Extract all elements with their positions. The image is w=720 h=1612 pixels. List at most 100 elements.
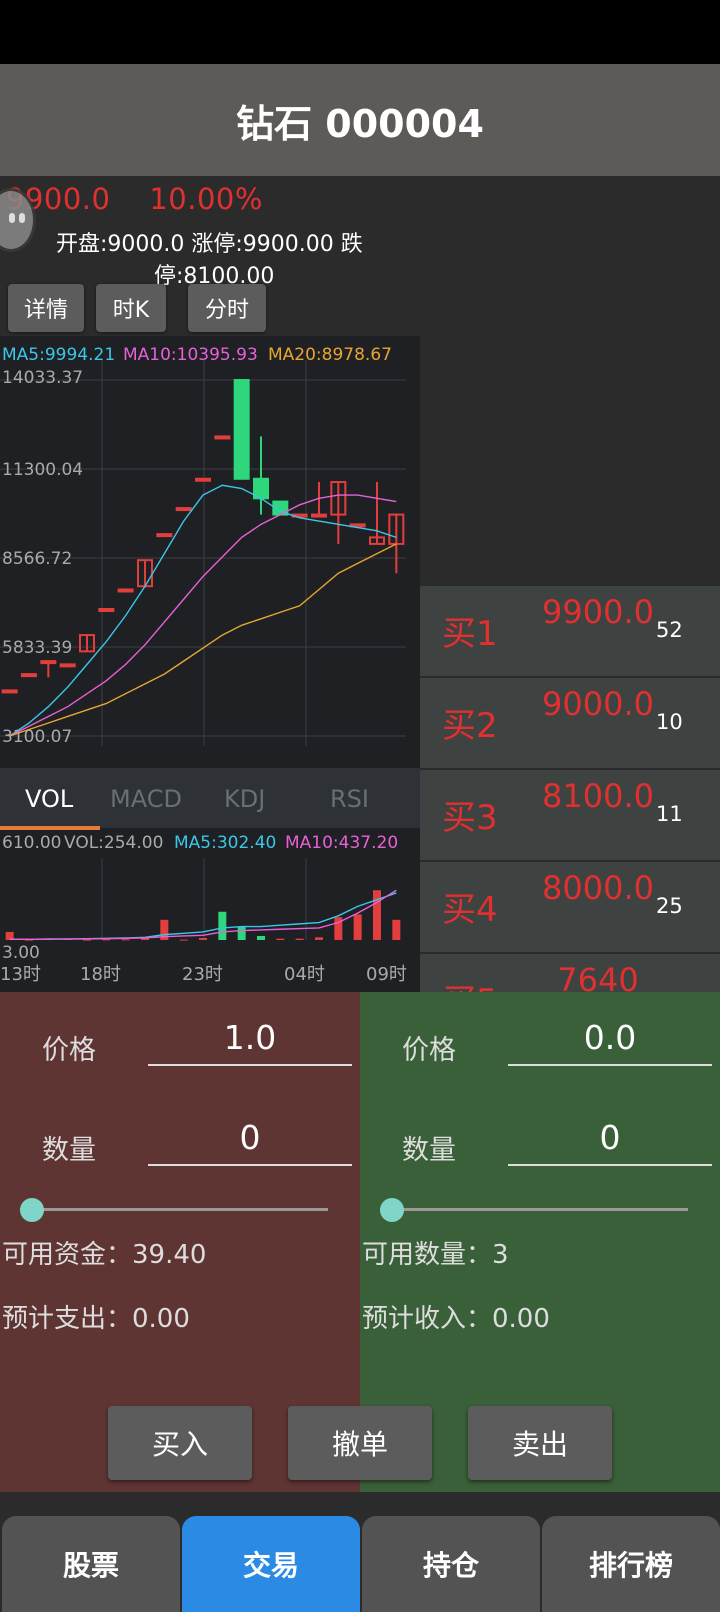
volume-bar bbox=[315, 937, 323, 940]
vol-value-label: VOL:254.00 bbox=[64, 833, 163, 853]
timeshare-button[interactable]: 分时 bbox=[188, 284, 266, 332]
candle-body bbox=[233, 379, 250, 480]
right-blank-area bbox=[420, 336, 720, 586]
tab-vol[interactable]: VOL bbox=[25, 785, 74, 813]
x-tick-label: 04时 bbox=[284, 964, 325, 985]
order-row[interactable]: 买4 8000.0 25 bbox=[420, 862, 720, 954]
order-price: 8000.0 bbox=[542, 869, 654, 907]
volume-bars bbox=[5, 890, 401, 941]
sell-slider-thumb[interactable] bbox=[380, 1198, 404, 1222]
nav-stocks[interactable]: 股票 bbox=[2, 1516, 180, 1612]
order-price: 8100.0 bbox=[542, 777, 654, 815]
volume-bar bbox=[218, 911, 227, 940]
ma20-label: MA20:8978.67 bbox=[268, 345, 392, 365]
y-tick-label: 5833.39 bbox=[2, 638, 72, 658]
hour-k-button[interactable]: 时K bbox=[96, 284, 166, 332]
tab-macd[interactable]: MACD bbox=[110, 785, 182, 813]
order-price: 9900.0 bbox=[542, 593, 654, 631]
order-level-label: 买2 bbox=[442, 706, 498, 746]
volume-bar bbox=[199, 937, 207, 940]
detail-button[interactable]: 详情 bbox=[8, 284, 84, 332]
active-tab-indicator bbox=[0, 826, 100, 830]
order-row[interactable]: 买2 9000.0 10 bbox=[420, 678, 720, 770]
buy-qty-input[interactable]: 0 bbox=[148, 1112, 352, 1166]
buy-price-input[interactable]: 1.0 bbox=[148, 1012, 352, 1066]
vol-ma10-label: MA10:437.20 bbox=[285, 833, 398, 853]
buy-qty-label: 数量 bbox=[42, 1135, 96, 1166]
ma5-label: MA5:9994.21 bbox=[2, 345, 115, 365]
available-quantity: 可用数量：3 bbox=[362, 1240, 509, 1270]
volume-bar bbox=[353, 914, 362, 940]
title-bar: 钻石 000004 bbox=[0, 64, 720, 176]
candle-body bbox=[349, 523, 366, 528]
order-row[interactable]: 买5 7640 bbox=[420, 954, 720, 992]
volume-bar bbox=[237, 926, 246, 940]
volume-bar bbox=[179, 939, 188, 941]
candle-body bbox=[175, 507, 192, 512]
tab-rsi[interactable]: RSI bbox=[330, 785, 369, 813]
candle-body bbox=[156, 533, 173, 538]
kline-chart-panel[interactable]: MA5:9994.21 MA10:10395.93 MA20:8978.67 1… bbox=[0, 336, 420, 992]
volume-bar bbox=[373, 890, 381, 940]
order-level-label: 买1 bbox=[442, 614, 498, 654]
order-qty: 25 bbox=[656, 894, 683, 918]
sell-price-input[interactable]: 0.0 bbox=[508, 1012, 712, 1066]
candle-body bbox=[98, 608, 115, 613]
kline-chart[interactable]: MA5:9994.21 MA10:10395.93 MA20:8978.67 1… bbox=[0, 336, 420, 992]
volume-bar bbox=[295, 938, 304, 940]
order-book: 买1 9900.0 52 买2 9000.0 10 买3 8100.0 11 买… bbox=[420, 586, 720, 992]
volume-bar bbox=[257, 935, 265, 940]
y-tick-label: 11300.04 bbox=[2, 460, 83, 480]
x-axis-ticks: 13时 18时 23时 04时 09时 bbox=[0, 964, 407, 985]
volume-bar bbox=[392, 919, 401, 940]
open-limit-info: 开盘:9000.0 涨停:9900.00 跌 bbox=[56, 232, 363, 257]
volume-grid bbox=[101, 858, 307, 940]
nav-trade[interactable]: 交易 bbox=[182, 1516, 360, 1612]
order-row[interactable]: 买3 8100.0 11 bbox=[420, 770, 720, 862]
candle-body bbox=[311, 513, 327, 518]
volume-bar bbox=[121, 939, 130, 941]
order-row[interactable]: 买1 9900.0 52 bbox=[420, 586, 720, 678]
order-price: 9000.0 bbox=[542, 685, 654, 723]
order-qty: 11 bbox=[656, 802, 683, 826]
order-price: 7640 bbox=[557, 961, 639, 992]
sell-price-label: 价格 bbox=[402, 1035, 456, 1066]
estimated-income: 预计收入：0.00 bbox=[362, 1304, 550, 1334]
vol-ma5-label: MA5:302.40 bbox=[174, 833, 276, 853]
buy-price-label: 价格 bbox=[42, 1035, 96, 1066]
candle-body bbox=[59, 663, 76, 668]
status-bar bbox=[0, 0, 720, 64]
price-change: 10.00% bbox=[149, 182, 263, 216]
vol-min-label: 3.00 bbox=[2, 943, 40, 963]
ma10-label: MA10:10395.93 bbox=[123, 345, 258, 365]
candle-body bbox=[117, 588, 134, 593]
volume-bar bbox=[83, 939, 91, 941]
order-qty: 52 bbox=[656, 618, 683, 642]
vol-max-label: 610.00 bbox=[2, 833, 61, 853]
y-tick-label: 14033.37 bbox=[2, 368, 83, 388]
order-qty: 10 bbox=[656, 710, 683, 734]
order-level-label: 买4 bbox=[442, 890, 498, 930]
volume-bar bbox=[276, 938, 285, 940]
y-tick-label: 3100.07 bbox=[2, 727, 72, 747]
x-tick-label: 18时 bbox=[80, 964, 121, 985]
candle-body bbox=[1, 689, 18, 694]
nav-ranking[interactable]: 排行榜 bbox=[542, 1516, 720, 1612]
volume-bar bbox=[102, 939, 111, 941]
candle-body bbox=[40, 660, 57, 665]
tab-kdj[interactable]: KDJ bbox=[224, 785, 265, 813]
y-tick-label: 8566.72 bbox=[2, 549, 72, 569]
buy-slider-thumb[interactable] bbox=[20, 1198, 44, 1222]
cancel-order-button[interactable]: 撤单 bbox=[288, 1406, 432, 1480]
buy-button[interactable]: 买入 bbox=[108, 1406, 252, 1480]
nav-holdings[interactable]: 持仓 bbox=[362, 1516, 540, 1612]
sell-qty-input[interactable]: 0 bbox=[508, 1112, 712, 1166]
order-level-label: 买3 bbox=[442, 798, 498, 838]
available-funds: 可用资金：39.40 bbox=[2, 1240, 207, 1270]
buy-slider-track[interactable] bbox=[20, 1208, 328, 1211]
sell-slider-track[interactable] bbox=[380, 1208, 688, 1211]
current-price: 9900.0 10.00% bbox=[6, 182, 263, 216]
candle-body bbox=[214, 435, 231, 440]
sell-button[interactable]: 卖出 bbox=[468, 1406, 612, 1480]
order-level-label: 买5 bbox=[442, 974, 498, 992]
